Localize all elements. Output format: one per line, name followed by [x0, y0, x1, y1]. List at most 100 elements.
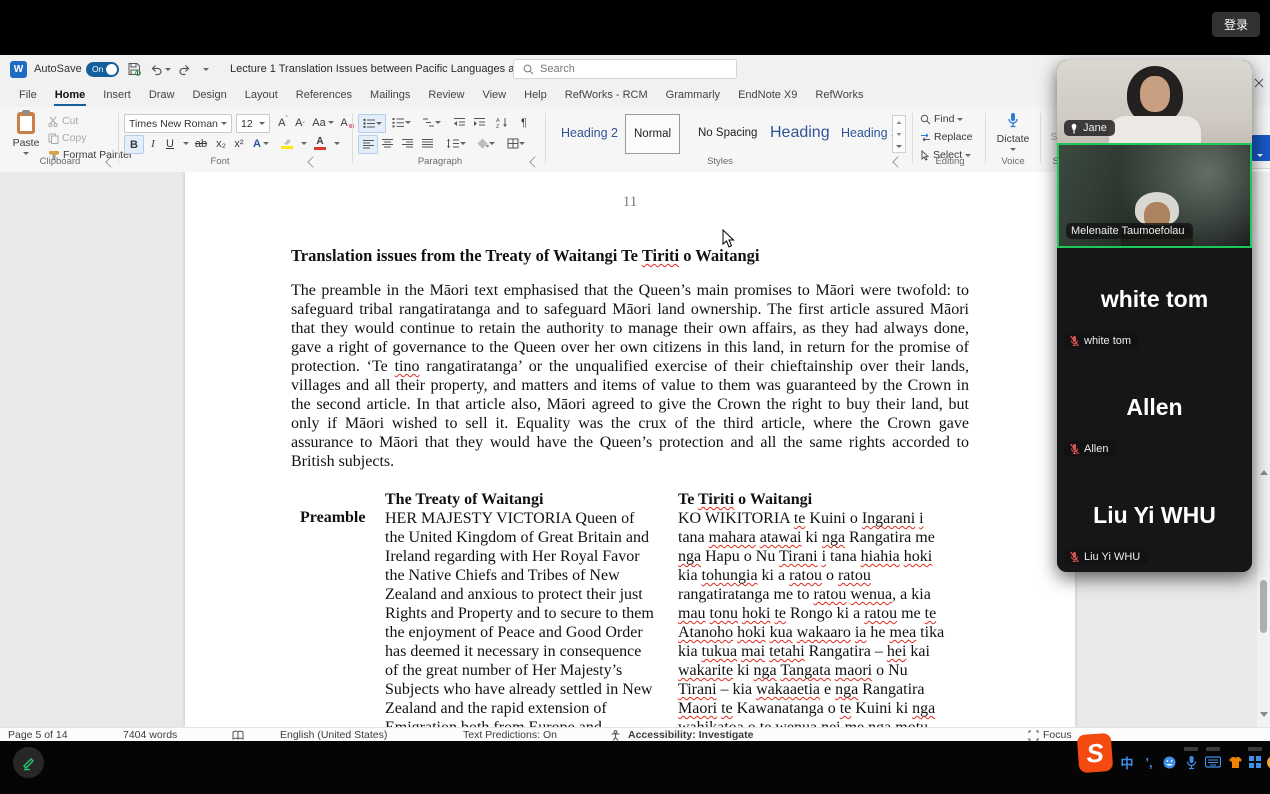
style-heading2[interactable]: Heading 2 [553, 114, 626, 152]
align-center-button[interactable] [378, 135, 396, 152]
status-text-predictions[interactable]: Text Predictions: On [463, 728, 557, 742]
subscript-button[interactable]: x₂ [212, 135, 230, 152]
styles-dialog-launcher[interactable] [892, 156, 903, 167]
tab-design[interactable]: Design [183, 85, 235, 105]
word-app-icon[interactable]: W [10, 55, 27, 83]
justify-button[interactable] [418, 135, 436, 152]
redo-button[interactable] [178, 55, 192, 83]
scroll-up-icon[interactable] [1260, 470, 1268, 475]
find-button[interactable]: Find [920, 113, 963, 125]
undo-button[interactable] [149, 55, 171, 83]
style-normal[interactable]: Normal [625, 114, 680, 154]
search-input[interactable]: Search [513, 59, 737, 79]
strikethrough-button[interactable]: ab [192, 135, 210, 152]
shading-button[interactable] [474, 135, 498, 152]
multilevel-list-button[interactable] [418, 114, 444, 131]
copy-button[interactable]: Copy [48, 132, 87, 144]
tab-view[interactable]: View [473, 85, 515, 105]
scrollbar-thumb[interactable] [1260, 580, 1267, 633]
cut-button[interactable]: Cut [48, 115, 78, 127]
decrease-indent-button[interactable] [450, 114, 468, 131]
video-tile-melenaite[interactable]: Melenaite Taumoefolau [1057, 143, 1252, 248]
grid-icon [1248, 755, 1262, 769]
video-tile-white-tom[interactable]: white tom white tom [1057, 248, 1252, 356]
quick-access-menu-icon[interactable] [203, 55, 209, 83]
font-color-dropdown-icon[interactable] [328, 135, 346, 152]
font-name-select[interactable]: Times New Roman [124, 114, 232, 133]
document-page[interactable]: 11 Translation issues from the Treaty of… [185, 172, 1075, 727]
superscript-button[interactable]: x² [230, 135, 248, 152]
align-left-icon [362, 139, 375, 150]
styles-gallery-scroll[interactable] [892, 115, 906, 153]
show-formatting-button[interactable]: ¶ [515, 114, 533, 131]
tab-refworks-rcm[interactable]: RefWorks - RCM [556, 85, 657, 105]
paste-button[interactable]: Paste [10, 112, 42, 155]
clear-formatting-button[interactable]: A [338, 114, 356, 131]
video-tile-jane[interactable]: Jane [1057, 60, 1252, 143]
style-heading[interactable]: Heading [762, 114, 838, 152]
ime-more-button[interactable] [1264, 753, 1270, 771]
sogou-ime-logo[interactable]: S [1077, 733, 1114, 773]
tab-review[interactable]: Review [419, 85, 473, 105]
bullets-button[interactable] [358, 114, 386, 133]
tab-home[interactable]: Home [46, 85, 95, 105]
autosave-toggle[interactable]: On [86, 55, 119, 83]
find-icon [920, 114, 931, 125]
text-effects-button[interactable]: A [252, 135, 270, 152]
video-tile-allen[interactable]: Allen Allen [1057, 356, 1252, 464]
font-size-select[interactable]: 12 [236, 114, 270, 133]
tab-file[interactable]: File [10, 85, 46, 105]
align-right-button[interactable] [398, 135, 416, 152]
status-wordcount[interactable]: 7404 words [123, 728, 177, 742]
share-button-sliver[interactable] [1250, 135, 1270, 161]
accessibility-icon[interactable] [610, 728, 621, 742]
ime-chinese-mode-button[interactable]: 中 [1118, 753, 1136, 771]
focus-button[interactable]: Focus [1028, 728, 1072, 742]
change-case-button[interactable]: Aa [311, 114, 335, 131]
tab-references[interactable]: References [287, 85, 361, 105]
paragraph-dialog-launcher[interactable] [529, 156, 540, 167]
sort-button[interactable]: AZ [492, 114, 514, 131]
font-dialog-launcher[interactable] [307, 156, 318, 167]
grow-font-button[interactable]: Aˆ [274, 114, 292, 131]
bold-button[interactable]: B [124, 135, 144, 154]
emoji-picker-button[interactable] [1160, 753, 1178, 771]
replace-button[interactable]: Replace [920, 131, 973, 143]
italic-button[interactable]: I [144, 135, 162, 152]
video-tile-liu-yi[interactable]: Liu Yi WHU Liu Yi WHU [1057, 464, 1252, 572]
tab-insert[interactable]: Insert [94, 85, 140, 105]
tab-draw[interactable]: Draw [140, 85, 184, 105]
status-accessibility[interactable]: Accessibility: Investigate [628, 728, 753, 742]
tab-endnote[interactable]: EndNote X9 [729, 85, 806, 105]
tab-help[interactable]: Help [515, 85, 556, 105]
virtual-keyboard-button[interactable] [1204, 753, 1222, 771]
tab-grammarly[interactable]: Grammarly [657, 85, 729, 105]
login-button[interactable]: 登录 [1212, 12, 1260, 37]
voice-input-button[interactable] [1182, 753, 1200, 771]
status-language[interactable]: English (United States) [280, 728, 387, 742]
line-spacing-icon [446, 138, 460, 149]
numbering-button[interactable] [388, 114, 414, 131]
ime-punctuation-button[interactable]: ’, [1140, 753, 1158, 771]
ime-toolbox-button[interactable] [1246, 753, 1264, 771]
line-spacing-button[interactable] [444, 135, 468, 152]
shrink-font-button[interactable]: Aˇ [291, 114, 309, 131]
status-page[interactable]: Page 5 of 14 [8, 728, 68, 742]
ime-skin-button[interactable] [1226, 753, 1244, 771]
align-left-button[interactable] [358, 135, 378, 154]
scroll-down-icon[interactable] [1260, 712, 1268, 717]
annotation-tool-button[interactable] [13, 747, 44, 778]
highlight-button[interactable] [278, 135, 296, 152]
save-icon[interactable] [127, 55, 141, 83]
increase-indent-button[interactable] [470, 114, 488, 131]
participant-display-name: Allen [1057, 394, 1252, 421]
tab-refworks[interactable]: RefWorks [806, 85, 872, 105]
tab-mailings[interactable]: Mailings [361, 85, 419, 105]
vertical-scrollbar[interactable] [1257, 172, 1270, 727]
dictate-button[interactable]: Dictate [995, 112, 1031, 151]
tab-layout[interactable]: Layout [236, 85, 287, 105]
style-no-spacing[interactable]: No Spacing [690, 114, 765, 152]
borders-button[interactable] [504, 135, 528, 152]
font-color-button[interactable]: A [311, 135, 329, 152]
proofing-icon[interactable] [232, 728, 244, 742]
